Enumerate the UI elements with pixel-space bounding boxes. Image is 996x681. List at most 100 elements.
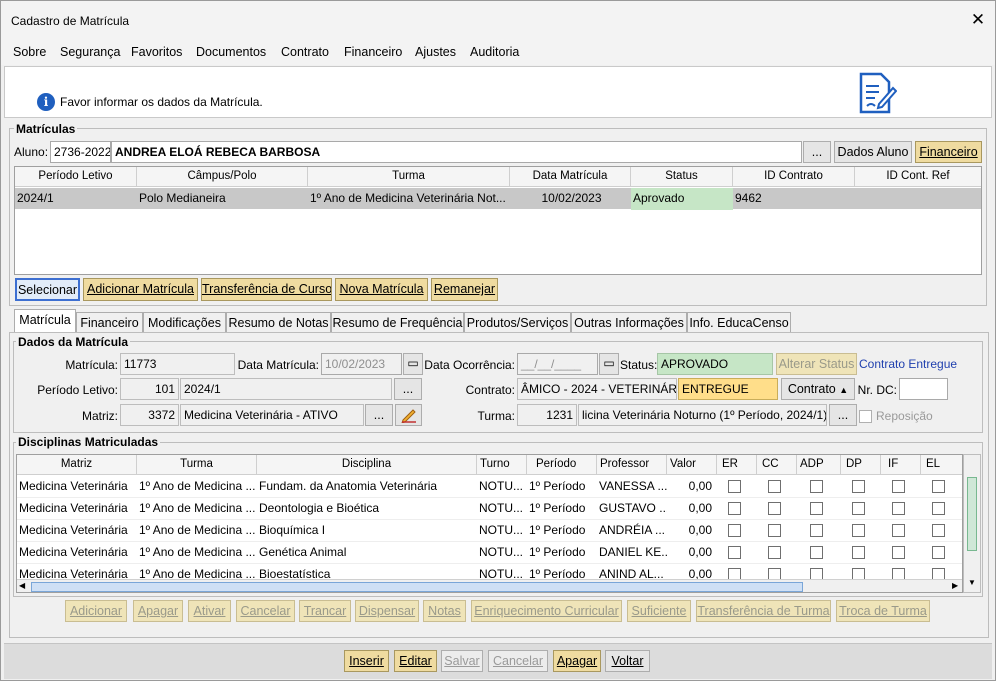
column-header[interactable]: Data Matrícula: [510, 167, 631, 187]
column-header[interactable]: EL: [921, 455, 962, 475]
data-matricula-field[interactable]: 10/02/2023: [321, 353, 402, 375]
column-header[interactable]: ID Contrato: [733, 167, 855, 187]
flag-checkbox-er[interactable]: [728, 568, 741, 579]
tab-produtos-servicos[interactable]: Produtos/Serviços: [464, 312, 571, 333]
column-header[interactable]: Turma: [308, 167, 510, 187]
column-header[interactable]: Período: [527, 455, 597, 475]
scroll-right-icon[interactable]: ▶: [952, 581, 958, 590]
aluno-code-field[interactable]: 2736-2022: [50, 141, 111, 163]
enriquecimento-curricular-button[interactable]: Enriquecimento Curricular: [471, 600, 622, 622]
flag-checkbox-adp[interactable]: [810, 568, 823, 579]
apagar-button[interactable]: Apagar: [553, 650, 601, 672]
dados-aluno-button[interactable]: Dados Aluno: [834, 141, 912, 163]
menu-sobre[interactable]: Sobre: [13, 45, 46, 59]
flag-checkbox-dp[interactable]: [852, 480, 865, 493]
transferencia-curso-button[interactable]: Transferência de Curso: [201, 278, 332, 301]
turma-search-button[interactable]: ...: [829, 404, 857, 426]
editar-button[interactable]: Editar: [394, 650, 437, 672]
flag-checkbox-dp[interactable]: [852, 524, 865, 537]
flag-checkbox-dp[interactable]: [852, 546, 865, 559]
calendar-icon[interactable]: ▭: [599, 353, 619, 375]
contrato-entregue-link[interactable]: Contrato Entregue: [859, 357, 957, 371]
column-header[interactable]: Disciplina: [257, 455, 477, 475]
periodo-code-field[interactable]: 101: [120, 378, 179, 400]
column-header[interactable]: Turno: [477, 455, 527, 475]
alterar-status-button[interactable]: Alterar Status: [776, 353, 857, 375]
column-header[interactable]: ER: [717, 455, 757, 475]
salvar-button[interactable]: Salvar: [441, 650, 483, 672]
flag-checkbox-cc[interactable]: [768, 502, 781, 515]
column-header[interactable]: Status: [631, 167, 733, 187]
calendar-icon[interactable]: ▭: [403, 353, 423, 375]
inserir-button[interactable]: Inserir: [344, 650, 389, 672]
notas-button[interactable]: Notas: [423, 600, 466, 622]
adicionar-matricula-button[interactable]: Adicionar Matrícula: [83, 278, 198, 301]
data-ocorrencia-field[interactable]: __/__/____: [517, 353, 598, 375]
column-header[interactable]: DP: [841, 455, 881, 475]
troca-turma-button[interactable]: Troca de Turma: [836, 600, 930, 622]
flag-checkbox-adp[interactable]: [810, 480, 823, 493]
nova-matricula-button[interactable]: Nova Matrícula: [335, 278, 428, 301]
status-field[interactable]: APROVADO: [657, 353, 773, 375]
apagar-disciplina-button[interactable]: Apagar: [133, 600, 183, 622]
voltar-button[interactable]: Voltar: [605, 650, 650, 672]
table-row[interactable]: Medicina Veterinária 1º Ano de Medicina .…: [17, 542, 962, 564]
flag-checkbox-er[interactable]: [728, 546, 741, 559]
flag-checkbox-dp[interactable]: [852, 502, 865, 515]
tab-resumo-notas[interactable]: Resumo de Notas: [226, 312, 331, 333]
table-row[interactable]: Medicina Veterinária 1º Ano de Medicina .…: [17, 498, 962, 520]
aluno-search-button[interactable]: ...: [803, 141, 831, 163]
flag-checkbox-el[interactable]: [932, 524, 945, 537]
menu-auditoria[interactable]: Auditoria: [470, 45, 519, 59]
flag-checkbox-er[interactable]: [728, 480, 741, 493]
menu-favoritos[interactable]: Favoritos: [131, 45, 182, 59]
flag-checkbox-cc[interactable]: [768, 524, 781, 537]
tab-resumo-frequencia[interactable]: Resumo de Frequência: [331, 312, 464, 333]
close-icon[interactable]: ✕: [967, 9, 989, 31]
column-header[interactable]: IF: [881, 455, 921, 475]
flag-checkbox-el[interactable]: [932, 502, 945, 515]
flag-checkbox-if[interactable]: [892, 524, 905, 537]
matriz-code-field[interactable]: 3372: [120, 404, 179, 426]
tab-modificacoes[interactable]: Modificações: [143, 312, 226, 333]
adicionar-disciplina-button[interactable]: Adicionar: [65, 600, 127, 622]
periodo-search-button[interactable]: ...: [394, 378, 422, 400]
financeiro-button[interactable]: Financeiro: [915, 141, 982, 163]
aluno-name-field[interactable]: ANDREA ELOÁ REBECA BARBOSA: [111, 141, 802, 163]
flag-checkbox-er[interactable]: [728, 502, 741, 515]
column-header[interactable]: ADP: [797, 455, 841, 475]
tab-matricula[interactable]: Matrícula: [14, 309, 76, 333]
table-row[interactable]: Medicina Veterinária 1º Ano de Medicina .…: [17, 476, 962, 498]
matriz-field[interactable]: Medicina Veterinária - ATIVO: [180, 404, 364, 426]
menu-contrato[interactable]: Contrato: [281, 45, 329, 59]
transferencia-turma-button[interactable]: Transferência de Turma: [696, 600, 831, 622]
trancar-button[interactable]: Trancar: [299, 600, 351, 622]
column-header[interactable]: ID Cont. Ref: [855, 167, 981, 187]
table-row[interactable]: 2024/1 Polo Medianeira 1º Ano de Medicin…: [15, 188, 981, 210]
ativar-button[interactable]: Ativar: [188, 600, 231, 622]
flag-checkbox-adp[interactable]: [810, 502, 823, 515]
scroll-left-icon[interactable]: ◀: [19, 581, 25, 590]
column-header[interactable]: Matriz: [17, 455, 137, 475]
table-row[interactable]: Medicina Veterinária 1º Ano de Medicina .…: [17, 520, 962, 542]
menu-ajustes[interactable]: Ajustes: [415, 45, 456, 59]
scroll-down-icon[interactable]: ▼: [968, 578, 976, 587]
edit-pencil-icon[interactable]: [395, 404, 422, 426]
vertical-scrollbar[interactable]: ▼: [963, 454, 981, 593]
cancelar-button[interactable]: Cancelar: [488, 650, 548, 672]
flag-checkbox-cc[interactable]: [768, 568, 781, 579]
column-header[interactable]: Professor: [597, 455, 667, 475]
suficiente-button[interactable]: Suficiente: [627, 600, 691, 622]
flag-checkbox-dp[interactable]: [852, 568, 865, 579]
table-row[interactable]: Medicina Veterinária 1º Ano de Medicina .…: [17, 564, 962, 579]
flag-checkbox-cc[interactable]: [768, 480, 781, 493]
tab-financeiro[interactable]: Financeiro: [76, 312, 143, 333]
flag-checkbox-el[interactable]: [932, 568, 945, 579]
reposicao-checkbox[interactable]: [859, 410, 872, 423]
flag-checkbox-adp[interactable]: [810, 546, 823, 559]
tab-outras-informacoes[interactable]: Outras Informações: [571, 312, 687, 333]
contrato-field[interactable]: ÂMICO - 2024 - VETERINÁRIA: [517, 378, 677, 400]
column-header[interactable]: CC: [757, 455, 797, 475]
matriz-search-button[interactable]: ...: [365, 404, 393, 426]
turma-field[interactable]: licina Veterinária Noturno (1º Período, …: [578, 404, 827, 426]
